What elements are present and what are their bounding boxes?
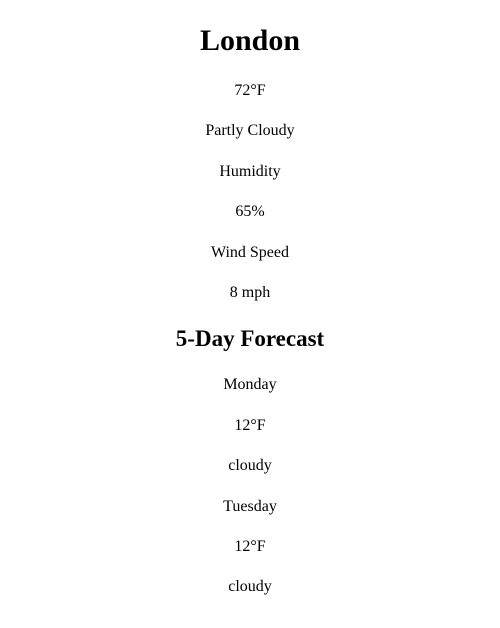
wind-speed-label: Wind Speed <box>0 242 500 264</box>
humidity-label: Humidity <box>0 161 500 183</box>
forecast-day: Monday <box>0 374 500 396</box>
forecast-day: Tuesday <box>0 496 500 518</box>
forecast-condition: cloudy <box>0 455 500 477</box>
current-condition: Partly Cloudy <box>0 120 500 142</box>
humidity-value: 65% <box>0 201 500 223</box>
current-temperature: 72°F <box>0 80 500 102</box>
forecast-condition: cloudy <box>0 576 500 598</box>
forecast-temp: 12°F <box>0 536 500 558</box>
forecast-heading: 5-Day Forecast <box>0 326 500 352</box>
wind-speed-value: 8 mph <box>0 282 500 304</box>
city-heading: London <box>0 24 500 58</box>
forecast-temp: 12°F <box>0 415 500 437</box>
